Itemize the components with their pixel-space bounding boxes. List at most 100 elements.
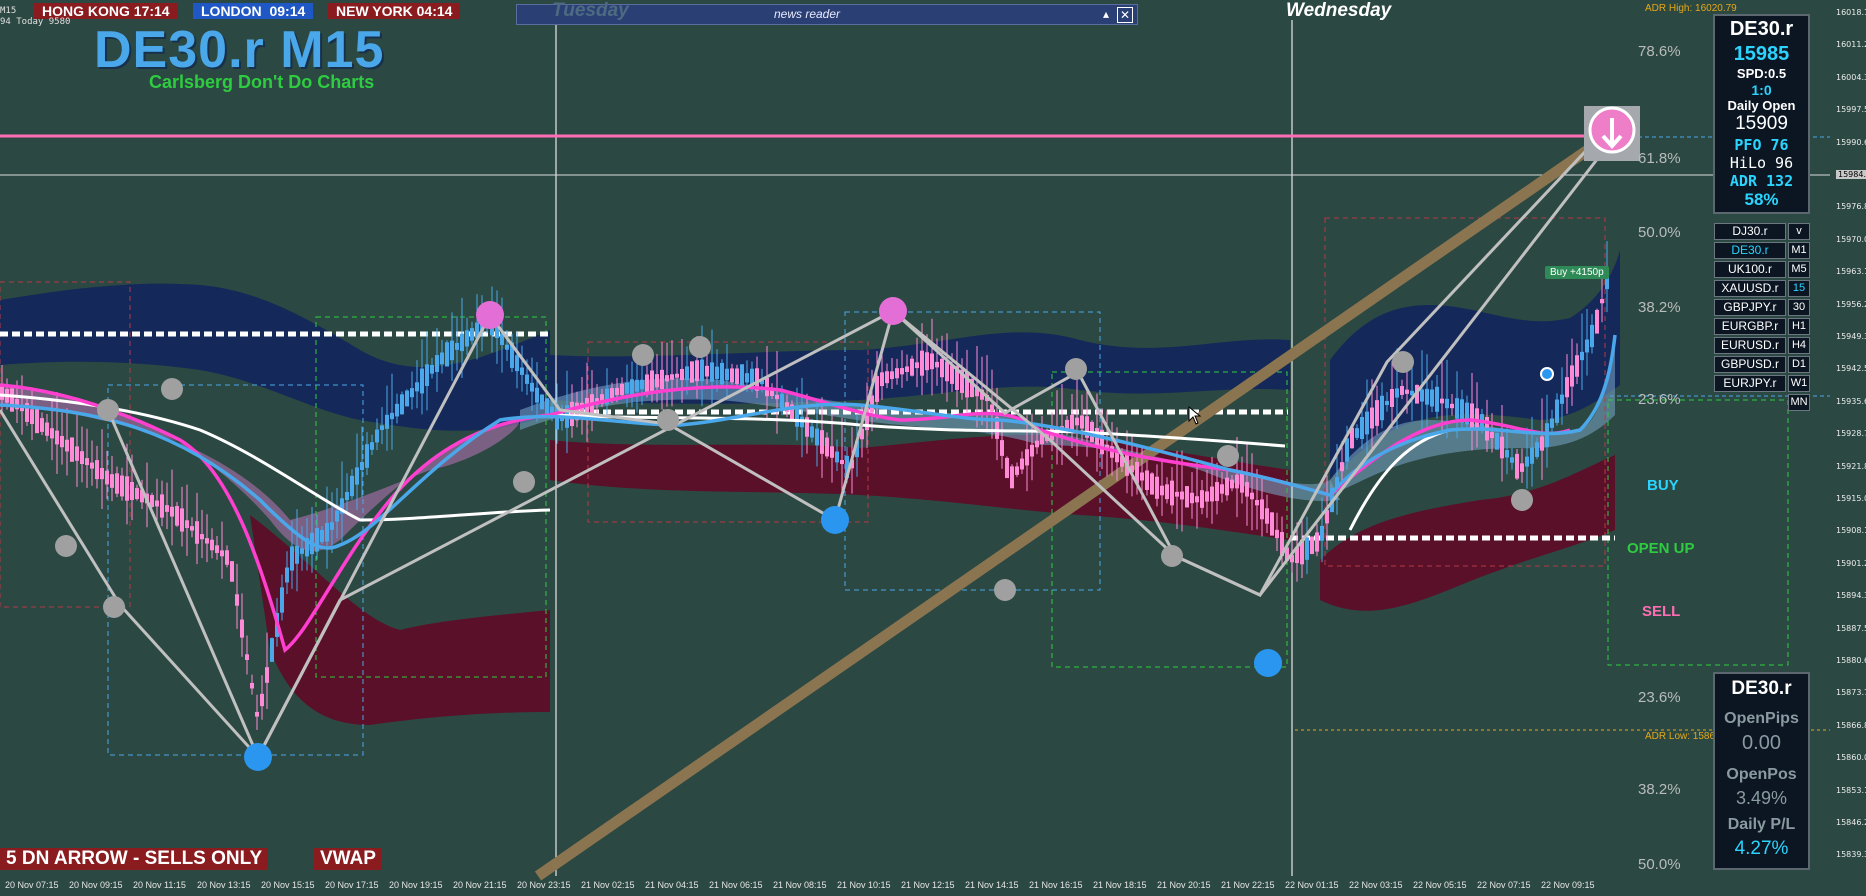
pivot-marker [879,297,907,325]
symbol-button[interactable]: UK100.r [1714,261,1786,278]
candle-body [435,355,439,372]
price-tick: 15976.88 [1836,202,1866,212]
candle-body [465,330,469,347]
mouse-cursor-icon [1188,406,1202,425]
candle-body [195,521,199,544]
candle-body [135,487,139,500]
panel-pct: 58% [1744,190,1779,209]
candle-body [265,667,269,683]
candle-body [875,376,879,402]
pivot-marker [1254,649,1282,677]
chart-window[interactable]: HONG KONG 17:14 LONDON 09:14 NEW YORK 04… [0,0,1866,896]
candle-body [1490,432,1494,438]
price-tick: 15887.50 [1836,623,1866,633]
candle-body [1240,472,1244,493]
clock-london: LONDON 09:14 [193,3,314,19]
candle-body [60,435,64,448]
time-tick: 20 Nov 17:15 [325,880,379,890]
pivot-marker [103,596,125,618]
candle-body [400,394,404,415]
timeframe-button[interactable]: 30 [1788,299,1810,316]
candle-body [1195,496,1199,503]
timeframe-button[interactable]: v [1788,223,1810,240]
timeframe-button[interactable]: MN [1788,394,1810,411]
pivot-marker [1065,358,1087,380]
candle-body [910,358,914,376]
candle-body [700,359,704,382]
price-tick: 16004.38 [1836,72,1866,82]
timeframe-button[interactable]: M1 [1788,242,1810,259]
candle-body [410,388,414,398]
candle-body [1200,490,1204,508]
candle-body [1310,536,1314,555]
day-label-tuesday: Tuesday [552,0,629,21]
panel-symbol: DE30.r [1729,18,1794,40]
candle-body [1075,417,1079,426]
time-tick: 21 Nov 10:15 [837,880,891,890]
candle-body [725,368,729,381]
candle-body [365,444,369,468]
candle-body [630,379,634,395]
price-chart[interactable] [0,0,1866,896]
timeframe-button[interactable]: D1 [1788,356,1810,373]
candle-body [1150,473,1154,495]
pivot-marker [632,344,654,366]
candle-body [440,352,444,365]
candle-body [530,382,534,392]
candle-body [715,366,719,380]
candle-body [270,638,274,662]
candle-body [685,366,689,381]
timeframe-button[interactable]: 15 [1788,280,1810,297]
candle-body [1595,309,1599,334]
candle-body [515,355,519,372]
pivot-marker [1511,489,1533,511]
candle-body [1540,436,1544,451]
candle-body [220,550,224,557]
candle-body [1030,444,1034,457]
timeframe-button[interactable]: M5 [1788,261,1810,278]
symbol-button[interactable]: DJ30.r [1714,223,1786,240]
candle-body [1000,440,1004,456]
candle-body [225,550,229,565]
candle-body [415,382,419,392]
candle-body [75,446,79,461]
timeframe-button[interactable]: H1 [1788,318,1810,335]
collapse-icon[interactable]: ▴ [1099,7,1113,21]
symbol-button[interactable]: GBPJPY.r [1714,299,1786,316]
candle-body [1600,299,1604,304]
symbol-button[interactable]: GBPUSD.r [1714,356,1786,373]
candle-body [1185,486,1189,508]
time-tick: 21 Nov 04:15 [645,880,699,890]
fib-level: 23.6% [1638,391,1681,408]
candle-body [1145,470,1149,490]
candle-body [165,505,169,512]
candle-body [1450,403,1454,409]
timeframe-button[interactable]: W1 [1788,375,1810,392]
pos-daily-pl: 4.27% [1734,838,1789,859]
candle-body [640,379,644,390]
candle-body [1425,388,1429,405]
candle-body [65,439,69,452]
candle-body [50,428,54,439]
candle-body [1365,411,1369,435]
pos-daily-pl-label: Daily P/L [1727,816,1796,833]
candle-body [625,382,629,394]
candle-body [1255,500,1259,506]
candle-body [175,506,179,526]
candle-body [205,538,209,544]
symbol-button[interactable]: EURJPY.r [1714,375,1786,392]
candle-body [1420,389,1424,402]
candle-body [1440,398,1444,404]
candle-body [645,374,649,393]
trade-label[interactable]: Buy +4150p [1545,266,1609,279]
symbol-button[interactable]: EURGBP.r [1714,318,1786,335]
symbol-button[interactable]: DE30.r [1714,242,1786,259]
candle-body [1385,400,1389,406]
time-tick: 20 Nov 23:15 [517,880,571,890]
candle-body [1170,480,1174,506]
timeframe-button[interactable]: H4 [1788,337,1810,354]
candle-body [260,693,264,707]
symbol-button[interactable]: XAUUSD.r [1714,280,1786,297]
symbol-button[interactable]: EURUSD.r [1714,337,1786,354]
close-icon[interactable]: ✕ [1117,7,1133,23]
